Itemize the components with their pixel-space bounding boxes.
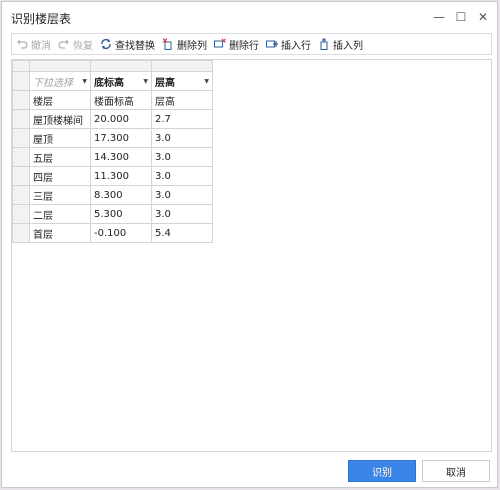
- dropdown-label: 下拉选择: [33, 77, 73, 89]
- corner-cell[interactable]: [12, 60, 30, 72]
- table-cell[interactable]: 五层: [29, 147, 91, 167]
- delete-column-icon: [161, 37, 175, 51]
- table-cell[interactable]: 屋顶楼梯间: [29, 109, 91, 129]
- identify-floor-table-dialog: 识别楼层表 — ☐ ✕ 撤消 恢复 查找替换 删除列 删除行 插入行 插入列 下…: [1, 1, 498, 488]
- insert-column-button[interactable]: 插入列: [317, 35, 363, 53]
- row-header-cell[interactable]: [12, 147, 30, 167]
- insert-row-button[interactable]: 插入行: [265, 35, 311, 53]
- undo-button[interactable]: 撤消: [15, 35, 51, 53]
- close-button[interactable]: ✕: [472, 7, 494, 27]
- find-replace-button[interactable]: 查找替换: [99, 35, 155, 53]
- floor-table: 下拉选择 ▼ 底标高 ▼ 层高 ▼ 楼层 楼面标高 层高 屋顶楼梯间 20.00…: [12, 60, 213, 243]
- table-cell[interactable]: 屋顶: [29, 128, 91, 148]
- dropdown-label: 层高: [155, 77, 175, 89]
- table-cell[interactable]: 20.000: [90, 109, 152, 129]
- column-header-cell[interactable]: [29, 60, 91, 72]
- find-replace-label: 查找替换: [115, 40, 155, 52]
- toolbar: 撤消 恢复 查找替换 删除列 删除行 插入行 插入列: [11, 33, 492, 55]
- row-header-cell[interactable]: [12, 128, 30, 148]
- redo-label: 恢复: [73, 40, 93, 52]
- redo-button[interactable]: 恢复: [57, 35, 93, 53]
- title-bar[interactable]: 识别楼层表 — ☐ ✕: [2, 2, 497, 32]
- insert-column-icon: [317, 37, 331, 51]
- dialog-title: 识别楼层表: [11, 12, 72, 26]
- row-header-cell[interactable]: [12, 166, 30, 186]
- table-cell[interactable]: 二层: [29, 204, 91, 224]
- minimize-button[interactable]: —: [428, 7, 450, 27]
- find-replace-icon: [99, 37, 113, 51]
- chevron-down-icon: ▼: [204, 77, 209, 85]
- column-header-cell[interactable]: [90, 60, 152, 72]
- maximize-button[interactable]: ☐: [450, 7, 472, 27]
- table-cell[interactable]: 17.300: [90, 128, 152, 148]
- table-row: 五层 14.300 3.0: [12, 147, 213, 167]
- table-cell[interactable]: 2.7: [151, 109, 213, 129]
- cancel-button[interactable]: 取消: [422, 460, 490, 482]
- table-cell[interactable]: 5.4: [151, 223, 213, 243]
- insert-row-icon: [265, 37, 279, 51]
- table-cell[interactable]: 层高: [151, 90, 213, 110]
- insert-row-label: 插入行: [281, 40, 311, 52]
- table-cell[interactable]: 8.300: [90, 185, 152, 205]
- insert-column-label: 插入列: [333, 40, 363, 52]
- delete-column-label: 删除列: [177, 40, 207, 52]
- redo-icon: [57, 37, 71, 51]
- table-row: 四层 11.300 3.0: [12, 166, 213, 186]
- delete-row-icon: [213, 37, 227, 51]
- column-header-cell[interactable]: [151, 60, 213, 72]
- column-type-row: 下拉选择 ▼ 底标高 ▼ 层高 ▼: [12, 71, 213, 91]
- delete-row-label: 删除行: [229, 40, 259, 52]
- dropdown-label: 底标高: [94, 77, 124, 89]
- row-header-cell[interactable]: [12, 223, 30, 243]
- floor-table-grid: 下拉选择 ▼ 底标高 ▼ 层高 ▼ 楼层 楼面标高 层高 屋顶楼梯间 20.00…: [11, 59, 492, 452]
- table-cell[interactable]: 3.0: [151, 185, 213, 205]
- table-row: 屋顶楼梯间 20.000 2.7: [12, 109, 213, 129]
- table-cell[interactable]: 3.0: [151, 166, 213, 186]
- table-cell[interactable]: 楼层: [29, 90, 91, 110]
- table-row: 三层 8.300 3.0: [12, 185, 213, 205]
- table-cell[interactable]: 14.300: [90, 147, 152, 167]
- undo-label: 撤消: [31, 40, 51, 52]
- row-header-cell[interactable]: [12, 109, 30, 129]
- table-cell[interactable]: 5.300: [90, 204, 152, 224]
- table-row: 楼层 楼面标高 层高: [12, 90, 213, 110]
- row-header-cell[interactable]: [12, 185, 30, 205]
- column-letter-row: [12, 60, 213, 72]
- table-cell[interactable]: 3.0: [151, 147, 213, 167]
- delete-column-button[interactable]: 删除列: [161, 35, 207, 53]
- chevron-down-icon: ▼: [82, 77, 87, 85]
- column-type-dropdown-2[interactable]: 底标高 ▼: [90, 71, 152, 91]
- undo-icon: [15, 37, 29, 51]
- table-cell[interactable]: 3.0: [151, 204, 213, 224]
- row-header-cell[interactable]: [12, 90, 30, 110]
- row-header-cell[interactable]: [12, 71, 30, 91]
- column-type-dropdown-1[interactable]: 下拉选择 ▼: [29, 71, 91, 91]
- identify-button[interactable]: 识别: [348, 460, 416, 482]
- delete-row-button[interactable]: 删除行: [213, 35, 259, 53]
- table-cell[interactable]: 11.300: [90, 166, 152, 186]
- table-cell[interactable]: 三层: [29, 185, 91, 205]
- table-row: 屋顶 17.300 3.0: [12, 128, 213, 148]
- table-row: 首层 -0.100 5.4: [12, 223, 213, 243]
- table-cell[interactable]: -0.100: [90, 223, 152, 243]
- table-row: 二层 5.300 3.0: [12, 204, 213, 224]
- table-cell[interactable]: 四层: [29, 166, 91, 186]
- table-cell[interactable]: 首层: [29, 223, 91, 243]
- table-cell[interactable]: 3.0: [151, 128, 213, 148]
- chevron-down-icon: ▼: [143, 77, 148, 85]
- column-type-dropdown-3[interactable]: 层高 ▼: [151, 71, 213, 91]
- row-header-cell[interactable]: [12, 204, 30, 224]
- table-cell[interactable]: 楼面标高: [90, 90, 152, 110]
